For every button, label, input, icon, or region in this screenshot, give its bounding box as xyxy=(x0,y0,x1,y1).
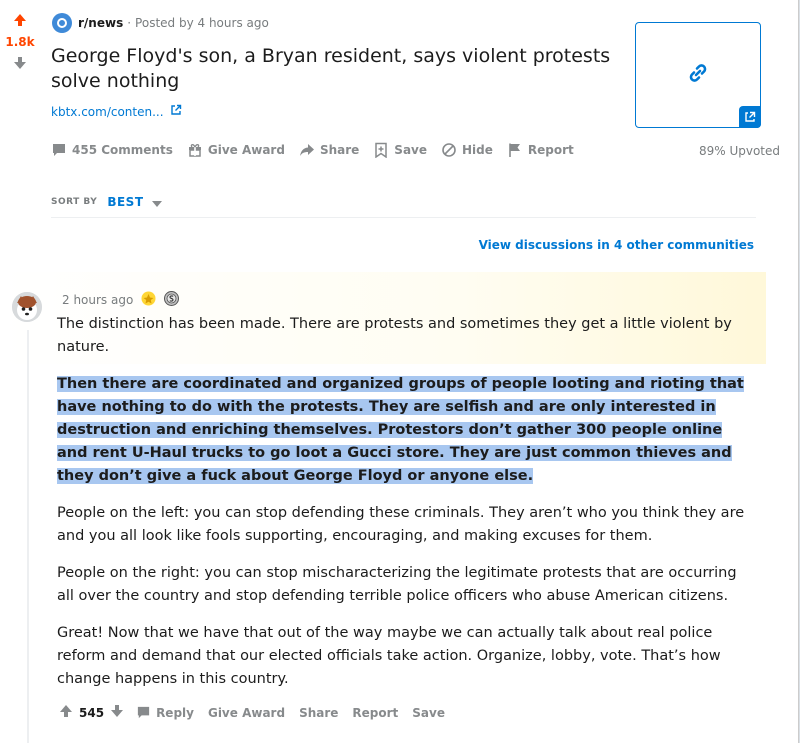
subreddit-icon[interactable] xyxy=(52,13,72,33)
post-vote-count: 1.8k xyxy=(5,35,35,49)
other-discussions-link[interactable]: View discussions in 4 other communities xyxy=(479,238,754,252)
comment-give-award-button[interactable]: Give Award xyxy=(208,706,285,720)
comment-share-button[interactable]: Share xyxy=(299,706,338,720)
link-thumbnail[interactable] xyxy=(635,22,761,128)
post-meta: r/news · Posted by 4 hours ago xyxy=(52,13,269,33)
chevron-down-icon[interactable] xyxy=(151,192,162,211)
comment-meta: 2 hours ago xyxy=(62,291,180,309)
sort-dropdown[interactable]: SORT BY BEST xyxy=(51,192,162,211)
selected-text: Then there are coordinated and organized… xyxy=(57,376,744,484)
silver-award-icon[interactable] xyxy=(164,291,180,309)
comment-report-button[interactable]: Report xyxy=(352,706,398,720)
comments-button[interactable]: 455 Comments xyxy=(51,142,173,158)
comment-upvote-icon[interactable] xyxy=(59,704,73,721)
external-link-icon xyxy=(170,104,182,119)
comment-actions: 545 Reply Give Award Share Report Save xyxy=(59,704,459,721)
downvote-arrow-icon[interactable] xyxy=(0,55,40,74)
report-label: Report xyxy=(527,143,574,157)
flag-icon xyxy=(509,143,520,157)
post-link[interactable]: kbtx.com/conten... xyxy=(51,104,182,119)
share-button[interactable]: Share xyxy=(299,142,359,158)
subreddit-name[interactable]: r/news xyxy=(78,16,123,30)
posted-by: Posted by 4 hours ago xyxy=(135,16,269,30)
save-label: Save xyxy=(394,143,427,157)
open-external-icon[interactable] xyxy=(739,106,761,128)
vote-column: 1.8k xyxy=(0,12,40,74)
share-arrow-icon xyxy=(299,144,314,156)
comment-icon xyxy=(53,144,65,156)
comments-label: 455 Comments xyxy=(72,143,173,157)
comment-paragraph: The distinction has been made. There are… xyxy=(57,316,732,355)
reply-button[interactable]: Reply xyxy=(136,705,194,720)
sort-label: SORT BY xyxy=(51,196,98,207)
divider xyxy=(51,217,756,218)
share-label: Share xyxy=(319,143,360,157)
post-actions: 455 Comments Give Award Share Save Hide … xyxy=(51,142,588,158)
hide-icon xyxy=(442,143,456,157)
give-award-label: Give Award xyxy=(207,143,285,157)
comment-paragraph: People on the right: you can stop mischa… xyxy=(57,565,737,604)
post-card: 1.8k r/news · Posted by 4 hours ago Geor… xyxy=(0,0,799,743)
upvote-ratio: 89% Upvoted xyxy=(698,144,780,158)
comment-paragraph: People on the left: you can stop defendi… xyxy=(57,505,745,544)
post-title[interactable]: George Floyd's son, a Bryan resident, sa… xyxy=(51,44,621,94)
bookmark-plus-icon xyxy=(375,142,388,158)
give-award-button[interactable]: Give Award xyxy=(187,142,285,158)
save-button[interactable]: Save xyxy=(373,142,427,158)
avatar[interactable] xyxy=(12,292,42,322)
post-link-text[interactable]: kbtx.com/conten... xyxy=(51,105,164,119)
thread-line[interactable] xyxy=(27,330,29,743)
comment-time[interactable]: 2 hours ago xyxy=(62,293,133,307)
sort-value[interactable]: BEST xyxy=(107,195,143,209)
hide-label: Hide xyxy=(462,143,493,157)
upvote-arrow-icon[interactable] xyxy=(0,12,40,31)
comment-paragraph: Then there are coordinated and organized… xyxy=(57,373,757,488)
comment-score: 545 xyxy=(79,705,105,720)
meta-separator: · xyxy=(127,16,132,30)
comment-paragraph: Great! Now that we have that out of the … xyxy=(57,625,721,687)
comment-body: The distinction has been made. There are… xyxy=(57,313,757,705)
comment-downvote-icon[interactable] xyxy=(110,704,124,721)
report-button[interactable]: Report xyxy=(507,142,574,158)
reply-label: Reply xyxy=(156,705,194,720)
gold-award-icon[interactable] xyxy=(141,291,156,309)
comment-save-button[interactable]: Save xyxy=(412,706,445,720)
comment-icon xyxy=(137,706,150,719)
hide-button[interactable]: Hide xyxy=(441,142,493,158)
chain-link-icon xyxy=(687,62,709,88)
gift-icon xyxy=(188,144,201,157)
